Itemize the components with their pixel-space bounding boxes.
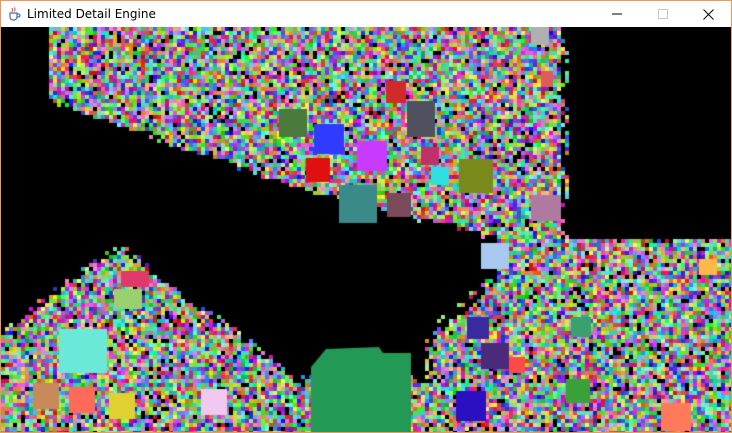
title-bar[interactable]: Limited Detail Engine (1, 1, 731, 27)
window-title: Limited Detail Engine (27, 7, 156, 21)
maximize-button[interactable] (640, 1, 686, 27)
minimize-button[interactable] (594, 1, 640, 27)
voxel-render-canvas[interactable] (1, 27, 731, 432)
app-window: Limited Detail Engine (0, 0, 732, 433)
maximize-icon (658, 9, 668, 19)
close-icon (702, 8, 714, 20)
render-viewport[interactable] (1, 27, 731, 432)
minimize-icon (612, 13, 622, 15)
close-button[interactable] (685, 1, 731, 27)
java-coffee-cup-icon[interactable] (6, 6, 22, 22)
